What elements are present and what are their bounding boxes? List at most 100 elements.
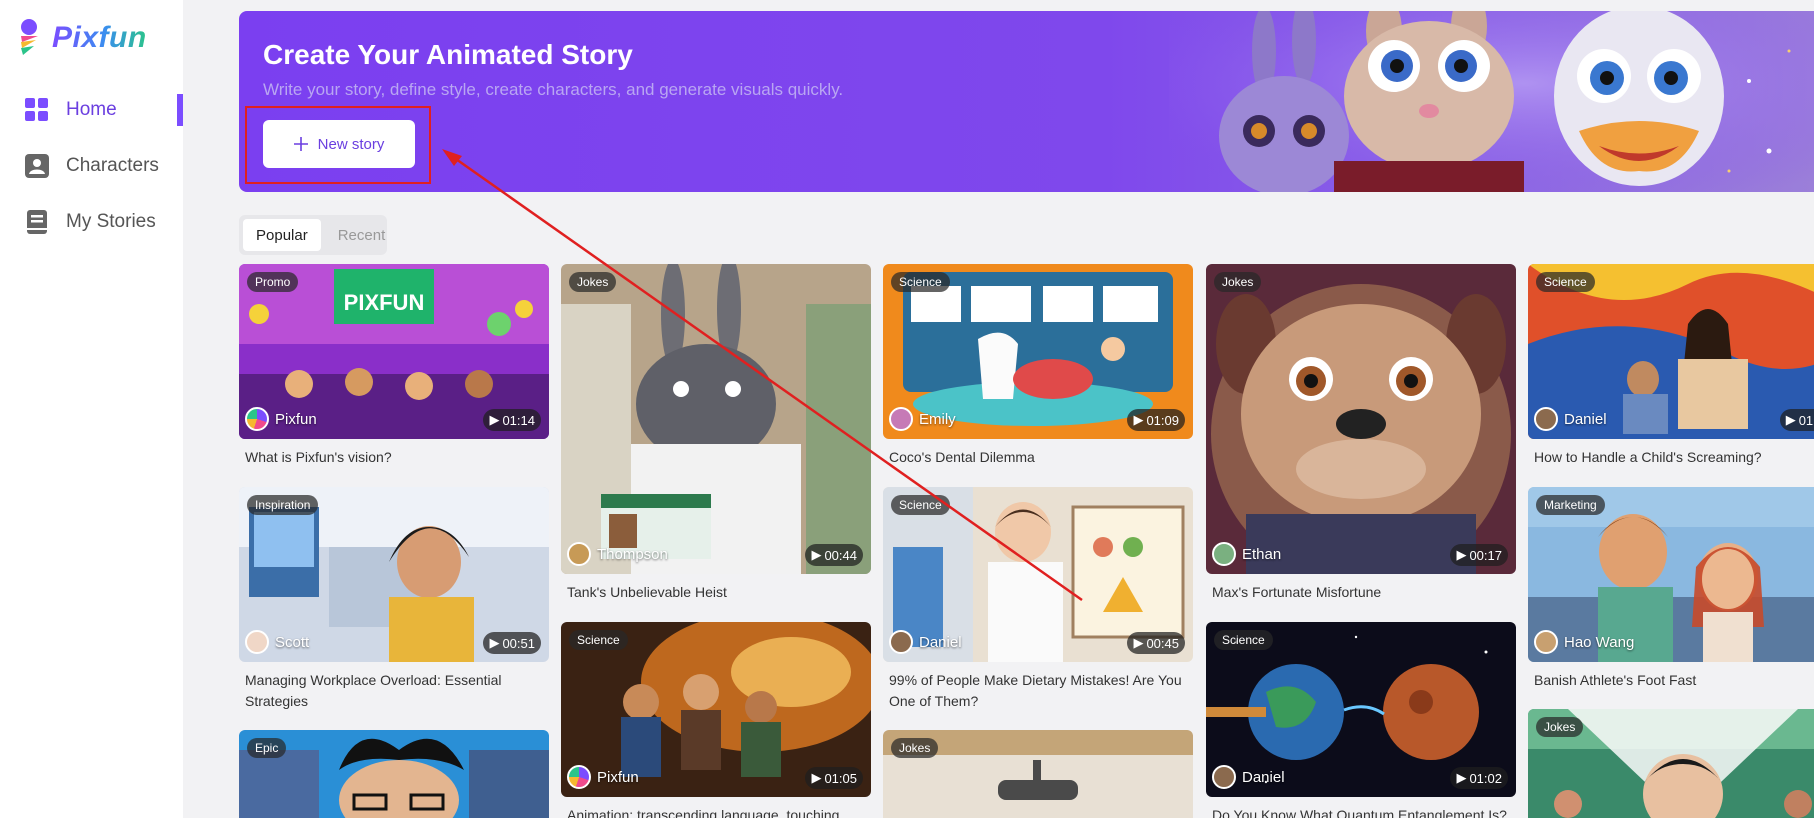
story-card[interactable]: Jokes Ethan ▶ 00:17 Max's Fortunate Misf… xyxy=(1206,264,1516,603)
author-info: Daniel xyxy=(889,630,962,654)
story-title: Tank's Unbelievable Heist xyxy=(567,584,727,600)
story-card[interactable]: PIXFUN Promo Pixfun ▶ 01:14 What is Pixf… xyxy=(239,264,549,468)
story-title: Managing Workplace Overload: Essential S… xyxy=(245,672,502,709)
author-info: Thompson xyxy=(567,542,668,566)
duration-badge: ▶ 01:1 xyxy=(1779,409,1814,431)
story-title: Animation: transcending language, touchi… xyxy=(567,807,840,818)
author-name: Pixfun xyxy=(597,768,639,786)
story-title: How to Handle a Child's Screaming? xyxy=(1534,449,1762,465)
duration-text: 01:14 xyxy=(502,412,535,428)
story-card[interactable]: Marketing Hao Wang Banish Athlete's Foot… xyxy=(1528,487,1814,691)
story-card[interactable]: Inspiration Scott ▶ 00:51 Managing Workp… xyxy=(239,487,549,712)
duration-badge: ▶ 00:51 xyxy=(483,632,541,654)
avatar xyxy=(1212,542,1236,566)
story-card[interactable]: Science Daniel ▶ 00:45 99% of People Mak… xyxy=(883,487,1193,712)
story-thumbnail: Epic xyxy=(239,730,549,818)
avatar xyxy=(889,630,913,654)
author-name: Daniel xyxy=(1242,768,1285,786)
thumbnail-image xyxy=(1206,264,1516,574)
grid-icon xyxy=(25,98,48,121)
avatar xyxy=(245,407,269,431)
avatar xyxy=(567,542,591,566)
sidebar-item-my-stories[interactable]: My Stories xyxy=(0,194,183,250)
tab-recent[interactable]: Recent xyxy=(325,219,399,251)
story-title: 99% of People Make Dietary Mistakes! Are… xyxy=(889,672,1182,709)
hero-subtitle: Write your story, define style, create c… xyxy=(263,80,844,99)
author-name: Daniel xyxy=(919,633,962,651)
author-name: Ethan xyxy=(1242,545,1282,563)
category-badge: Jokes xyxy=(1536,717,1584,737)
author-info: Pixfun xyxy=(567,765,639,789)
story-title: Banish Athlete's Foot Fast xyxy=(1534,672,1697,688)
duration-text: 01:02 xyxy=(1469,770,1502,786)
brand-logo[interactable]: Pixfun xyxy=(18,18,147,58)
story-card[interactable]: Science Daniel ▶ 01:1 How to Handle a Ch… xyxy=(1528,264,1814,468)
duration-text: 01:1 xyxy=(1798,412,1814,428)
author-info: Hao Wang xyxy=(1534,630,1634,654)
author-info: Pixfun xyxy=(245,407,317,431)
category-badge: Science xyxy=(891,272,950,292)
author-info: Daniel xyxy=(1534,407,1607,431)
duration-badge: ▶ 01:09 xyxy=(1127,409,1185,431)
duration-badge: ▶ 00:17 xyxy=(1450,544,1508,566)
story-thumbnail: Jokes Ethan ▶ 00:17 xyxy=(1206,264,1516,574)
story-thumbnail: Science Emily ▶ 01:09 xyxy=(883,264,1193,439)
thumbnail-image xyxy=(561,264,871,574)
sidebar-item-characters[interactable]: Characters xyxy=(0,138,183,194)
duration-badge: ▶ 00:44 xyxy=(805,544,863,566)
play-icon: ▶ xyxy=(1133,635,1144,650)
annotation-highlight-box xyxy=(245,106,431,184)
sidebar: Pixfun Home Characters My Stories xyxy=(0,0,183,818)
author-info: Emily xyxy=(889,407,956,431)
story-card[interactable]: Science Daniel ▶ 01:02 Do You Know What … xyxy=(1206,622,1516,818)
story-card[interactable]: Science Emily ▶ 01:09 Coco's Dental Dile… xyxy=(883,264,1193,468)
story-card[interactable]: Epic xyxy=(239,730,549,818)
story-thumbnail: Jokes xyxy=(1528,709,1814,818)
sidebar-item-home[interactable]: Home xyxy=(0,82,183,138)
duration-text: 01:09 xyxy=(1146,412,1179,428)
svg-text:PIXFUN: PIXFUN xyxy=(344,290,425,315)
thumbnail-image xyxy=(239,730,549,818)
story-card[interactable]: Science Pixfun ▶ 01:05 Animation: transc… xyxy=(561,622,871,818)
category-badge: Jokes xyxy=(1214,272,1262,292)
sidebar-item-label: Home xyxy=(66,99,117,120)
story-card[interactable]: Jokes Thompson ▶ 00:44 Tank's Unbelievab… xyxy=(561,264,871,603)
category-badge: Promo xyxy=(247,272,299,292)
category-badge: Epic xyxy=(247,738,287,758)
duration-badge: ▶ 01:02 xyxy=(1450,767,1508,789)
play-icon: ▶ xyxy=(1785,412,1796,427)
author-info: Scott xyxy=(245,630,309,654)
hero-characters-illustration xyxy=(1169,11,1814,192)
category-badge: Science xyxy=(1536,272,1595,292)
category-badge: Jokes xyxy=(569,272,617,292)
brand-name: Pixfun xyxy=(52,21,147,54)
pixfun-logo-icon xyxy=(21,19,38,55)
avatar xyxy=(1534,407,1558,431)
duration-text: 00:45 xyxy=(1146,635,1179,651)
play-icon: ▶ xyxy=(489,412,500,427)
author-info: Daniel xyxy=(1212,765,1285,789)
avatar xyxy=(889,407,913,431)
story-thumbnail: Jokes xyxy=(883,730,1193,818)
tab-popular[interactable]: Popular xyxy=(243,219,321,251)
avatar xyxy=(1212,765,1236,789)
avatar xyxy=(1534,630,1558,654)
author-name: Daniel xyxy=(1564,410,1607,428)
story-title: Max's Fortunate Misfortune xyxy=(1212,584,1382,600)
story-thumbnail: Science Daniel ▶ 01:1 xyxy=(1528,264,1814,439)
hero-banner: Create Your Animated Story Write your st… xyxy=(239,11,1814,192)
story-card[interactable]: Jokes xyxy=(883,730,1193,818)
author-info: Ethan xyxy=(1212,542,1281,566)
story-thumbnail: Marketing Hao Wang xyxy=(1528,487,1814,662)
story-card[interactable]: Jokes xyxy=(1528,709,1814,818)
play-icon: ▶ xyxy=(811,547,822,562)
story-thumbnail: Science Daniel ▶ 00:45 xyxy=(883,487,1193,662)
duration-text: 00:17 xyxy=(1469,547,1502,563)
category-badge: Jokes xyxy=(891,738,939,758)
story-thumbnail: Science Daniel ▶ 01:02 xyxy=(1206,622,1516,797)
sidebar-nav: Home Characters My Stories xyxy=(0,82,183,250)
duration-text: 01:05 xyxy=(824,770,857,786)
story-title: Do You Know What Quantum Entanglement Is… xyxy=(1212,807,1507,818)
story-thumbnail: Jokes Thompson ▶ 00:44 xyxy=(561,264,871,574)
story-thumbnail: Science Pixfun ▶ 01:05 xyxy=(561,622,871,797)
